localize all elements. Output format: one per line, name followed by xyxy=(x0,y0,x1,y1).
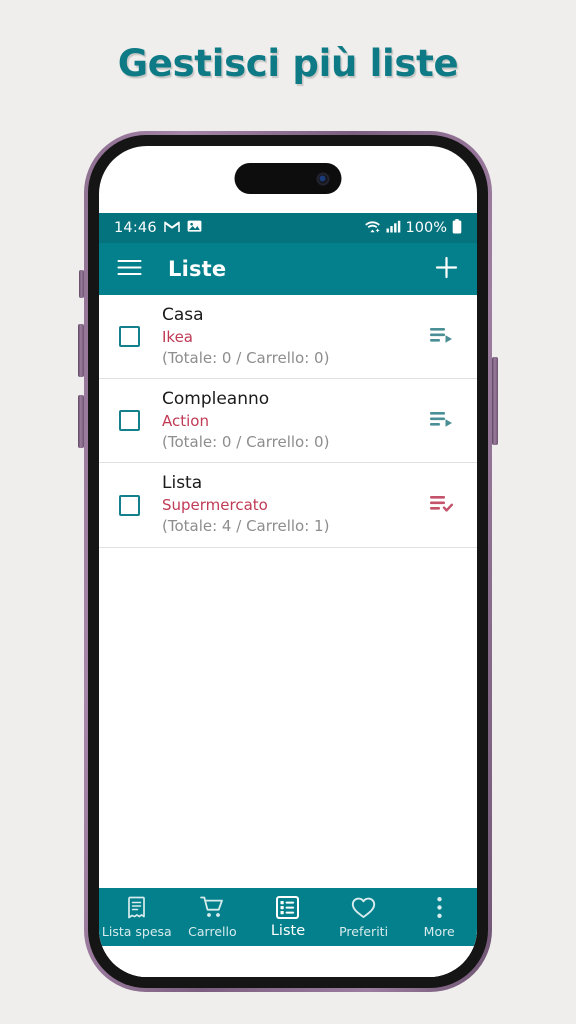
status-bar: 14:46 100% xyxy=(99,213,477,243)
silent-switch-button[interactable] xyxy=(79,270,84,298)
page-title: Gestisci più liste xyxy=(117,42,459,85)
app-window: 14:46 100% Liste Casa Ikea (Totale: 0 / … xyxy=(99,213,477,977)
table-row[interactable]: Casa Ikea (Totale: 0 / Carrello: 0) xyxy=(99,295,477,380)
nav-label: More xyxy=(423,923,455,939)
nav-item-carrello[interactable]: Carrello xyxy=(175,896,251,939)
nav-label: Lista spesa xyxy=(101,923,172,939)
phone-bezel: 14:46 100% Liste Casa Ikea (Totale: 0 / … xyxy=(88,135,488,988)
list-row-text: Compleanno Action (Totale: 0 / Carrello:… xyxy=(162,388,421,453)
nav-item-lista-spesa[interactable]: Lista spesa xyxy=(99,896,175,939)
playlist-play-icon[interactable] xyxy=(421,324,455,350)
nav-item-preferiti[interactable]: Preferiti xyxy=(326,896,402,939)
front-camera-icon xyxy=(316,172,330,185)
list-counts: (Totale: 0 / Carrello: 0) xyxy=(162,433,330,452)
list-store: Supermercato xyxy=(162,496,268,515)
nav-label: Carrello xyxy=(188,923,237,939)
list-checkbox[interactable] xyxy=(119,494,140,516)
list-view-icon xyxy=(276,895,300,919)
bottom-navigation: Lista spesa Carrello Liste Preferiti Mor… xyxy=(99,888,477,946)
power-button[interactable] xyxy=(492,357,498,445)
cellular-signal-icon xyxy=(386,220,401,237)
battery-percent-label: 100% xyxy=(405,220,447,236)
gmail-icon xyxy=(164,220,180,237)
dynamic-island xyxy=(234,163,342,194)
volume-down-button[interactable] xyxy=(78,395,84,448)
phone-screen: 14:46 100% Liste Casa Ikea (Totale: 0 / … xyxy=(99,146,477,977)
wifi-icon xyxy=(364,220,381,237)
phone-frame: 14:46 100% Liste Casa Ikea (Totale: 0 / … xyxy=(78,131,498,992)
nav-label: Preferiti xyxy=(339,923,389,939)
nav-item-liste[interactable]: Liste xyxy=(250,895,326,939)
list-counts: (Totale: 4 / Carrello: 1) xyxy=(162,517,330,536)
playlist-check-icon[interactable] xyxy=(421,492,455,518)
status-time: 14:46 xyxy=(114,220,157,236)
list-checkbox[interactable] xyxy=(119,410,140,432)
list-row-text: Lista Supermercato (Totale: 4 / Carrello… xyxy=(162,472,421,537)
app-bar: Liste xyxy=(99,243,477,295)
list-row-text: Casa Ikea (Totale: 0 / Carrello: 0) xyxy=(162,304,421,369)
list-counts: (Totale: 0 / Carrello: 0) xyxy=(162,348,330,367)
more-vertical-icon xyxy=(436,896,443,920)
list-title: Compleanno xyxy=(162,389,270,410)
plus-icon[interactable] xyxy=(434,255,459,284)
nav-label: Liste xyxy=(270,923,306,939)
app-bar-title: Liste xyxy=(168,257,227,281)
playlist-play-icon[interactable] xyxy=(421,408,455,434)
receipt-icon xyxy=(126,896,148,920)
nav-item-more[interactable]: More xyxy=(401,896,477,939)
photo-icon xyxy=(187,219,202,237)
list-checkbox[interactable] xyxy=(119,326,140,348)
list-store: Action xyxy=(162,411,209,430)
lists-container: Casa Ikea (Totale: 0 / Carrello: 0) Comp… xyxy=(99,295,477,888)
table-row[interactable]: Compleanno Action (Totale: 0 / Carrello:… xyxy=(99,379,477,464)
volume-up-button[interactable] xyxy=(78,324,84,377)
hamburger-menu-icon[interactable] xyxy=(117,258,142,281)
battery-icon xyxy=(452,218,462,238)
list-store: Ikea xyxy=(162,327,193,346)
promo-screenshot: Gestisci più liste 14:46 100% Liste Casa… xyxy=(0,0,576,1024)
shopping-cart-icon xyxy=(199,896,225,920)
table-row[interactable]: Lista Supermercato (Totale: 4 / Carrello… xyxy=(99,463,477,548)
list-title: Lista xyxy=(162,473,203,494)
home-indicator-area xyxy=(99,946,477,977)
heart-icon xyxy=(351,896,376,920)
list-title: Casa xyxy=(162,305,204,325)
